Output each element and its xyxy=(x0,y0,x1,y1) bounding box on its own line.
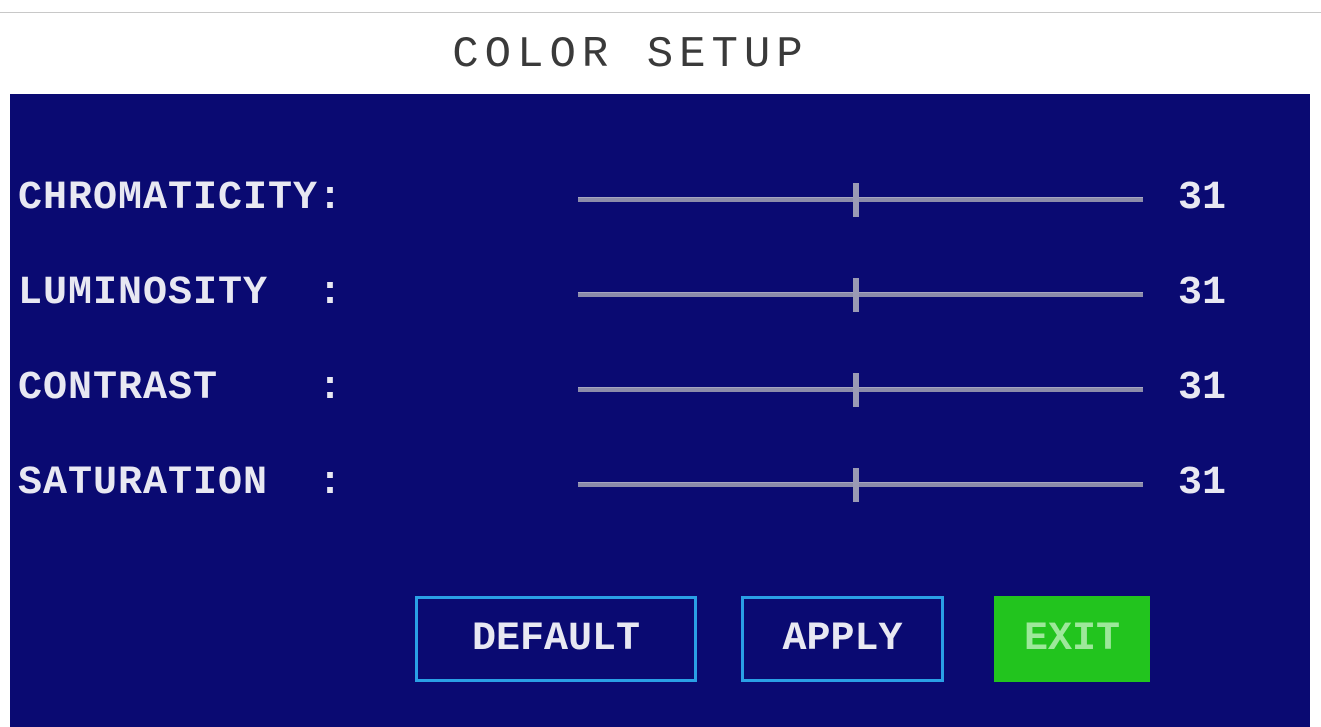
apply-button[interactable]: APPLY xyxy=(741,596,944,682)
contrast-label: CONTRAST : xyxy=(18,366,344,411)
luminosity-label: LUMINOSITY : xyxy=(18,271,344,316)
luminosity-slider[interactable] xyxy=(578,292,1143,297)
page-title: COLOR SETUP xyxy=(452,30,809,80)
chromaticity-value: 31 xyxy=(1178,176,1227,221)
setting-row-saturation: SATURATION : 31 xyxy=(10,454,1310,514)
saturation-slider[interactable] xyxy=(578,482,1143,487)
saturation-label: SATURATION : xyxy=(18,461,344,506)
chromaticity-slider[interactable] xyxy=(578,197,1143,202)
setting-row-contrast: CONTRAST : 31 xyxy=(10,359,1310,419)
top-divider xyxy=(0,12,1321,13)
setting-row-chromaticity: CHROMATICITY: 31 xyxy=(10,169,1310,229)
default-button[interactable]: DEFAULT xyxy=(415,596,697,682)
title-bar: COLOR SETUP xyxy=(0,14,1321,94)
luminosity-value: 31 xyxy=(1178,271,1227,316)
saturation-slider-thumb[interactable] xyxy=(853,468,859,502)
contrast-slider-thumb[interactable] xyxy=(853,373,859,407)
saturation-value: 31 xyxy=(1178,461,1227,506)
chromaticity-slider-thumb[interactable] xyxy=(853,183,859,217)
contrast-value: 31 xyxy=(1178,366,1227,411)
contrast-slider[interactable] xyxy=(578,387,1143,392)
luminosity-slider-thumb[interactable] xyxy=(853,278,859,312)
color-setup-panel: CHROMATICITY: 31 LUMINOSITY : 31 CONTRAS… xyxy=(10,94,1310,727)
chromaticity-label: CHROMATICITY: xyxy=(18,176,344,221)
exit-button[interactable]: EXIT xyxy=(994,596,1150,682)
setting-row-luminosity: LUMINOSITY : 31 xyxy=(10,264,1310,324)
